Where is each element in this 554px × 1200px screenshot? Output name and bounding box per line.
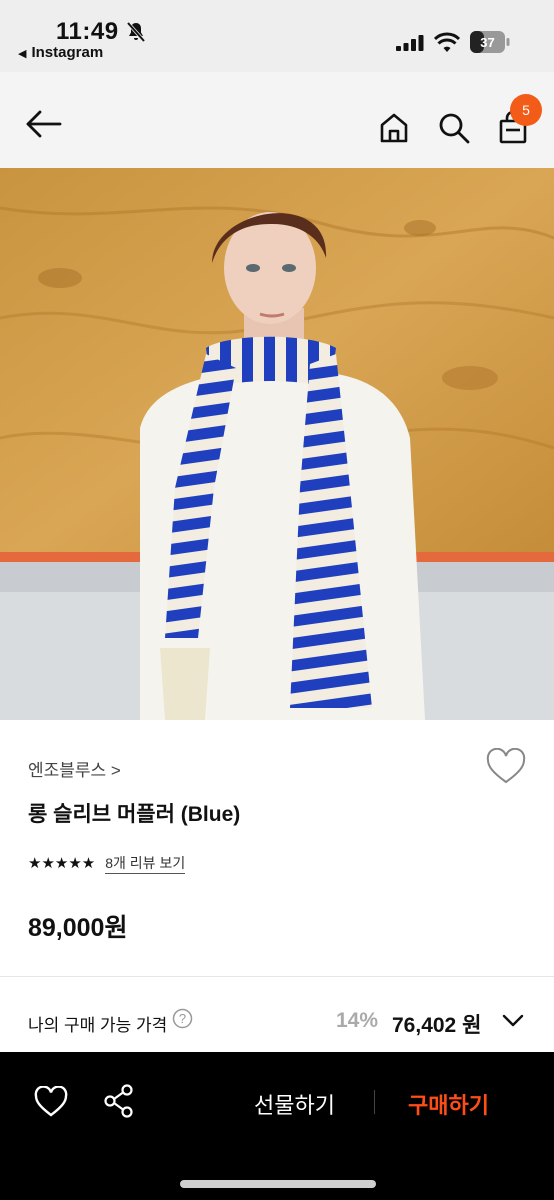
my-price-row[interactable]: 나의 구매 가능 가격 ? 14% 76,402 원: [0, 977, 554, 1052]
product-info-section: 엔조블루스 > 롱 슬리브 머플러 (Blue) ★★★★★ 8개 리뷰 보기 …: [0, 720, 554, 978]
top-nav-bar: 5: [0, 72, 554, 168]
question-circle-icon[interactable]: ?: [172, 1008, 193, 1029]
battery-level: 37: [480, 35, 494, 50]
bell-muted-icon: [126, 21, 146, 43]
heart-icon[interactable]: [486, 748, 526, 786]
gift-button[interactable]: 선물하기: [254, 1088, 335, 1120]
battery-icon: 37: [470, 31, 510, 53]
share-icon[interactable]: [104, 1084, 134, 1118]
product-title: 롱 슬리브 머플러 (Blue): [28, 803, 241, 826]
like-heart-icon[interactable]: [34, 1086, 68, 1118]
status-bar: 11:49 ◀ Instagram 37: [0, 0, 554, 72]
buy-button[interactable]: 구매하기: [408, 1088, 489, 1120]
back-to-app-link[interactable]: ◀ Instagram: [18, 44, 103, 61]
chevron-down-icon[interactable]: [500, 1009, 526, 1031]
cellular-signal-icon: [396, 35, 424, 51]
discount-rate: 14%: [336, 1009, 379, 1032]
svg-text:?: ?: [179, 1011, 186, 1026]
my-price-label: 나의 구매 가능 가격: [28, 1016, 168, 1035]
rating-row: ★★★★★ 8개 리뷰 보기: [28, 852, 186, 874]
back-app-label: Instagram: [31, 44, 104, 61]
product-price: 89,000원: [28, 914, 128, 942]
back-arrow-icon[interactable]: [22, 102, 66, 146]
search-icon[interactable]: [436, 110, 472, 146]
home-icon[interactable]: [376, 110, 412, 146]
cart-count-badge: 5: [510, 94, 542, 126]
brand-link[interactable]: 엔조블루스 >: [28, 756, 121, 781]
home-indicator[interactable]: [180, 1180, 376, 1188]
status-time: 11:49: [56, 18, 119, 45]
button-divider: [374, 1090, 375, 1114]
star-rating: ★★★★★: [28, 855, 96, 872]
review-link[interactable]: 8개 리뷰 보기: [105, 853, 186, 874]
wifi-icon: [434, 32, 460, 52]
my-price-value: 76,402 원: [392, 1014, 482, 1037]
bottom-action-bar: 선물하기 구매하기: [0, 1052, 554, 1200]
product-image[interactable]: [0, 168, 554, 720]
